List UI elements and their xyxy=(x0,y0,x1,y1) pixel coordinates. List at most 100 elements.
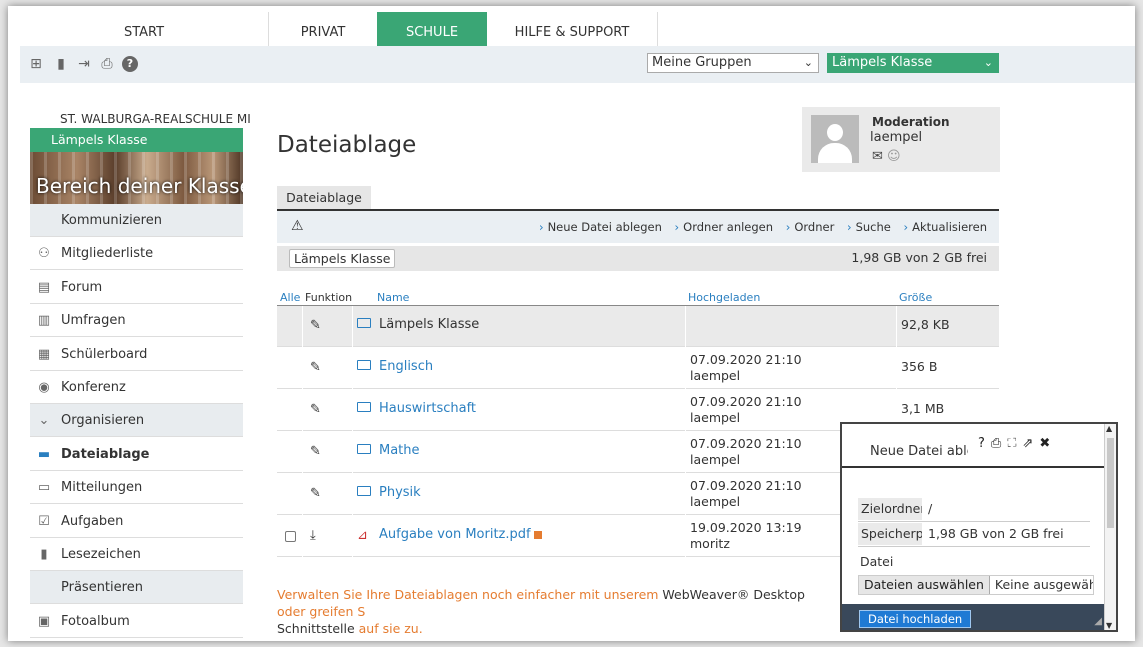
storage-label: Speicherpl xyxy=(858,523,922,545)
sidebar-item-label: Lesezeichen xyxy=(61,547,141,562)
choose-files-button[interactable]: Dateien auswählen xyxy=(859,576,990,594)
chart-icon: ▥ xyxy=(37,313,51,329)
sidebar-item-konferenz[interactable]: ◉ Konferenz xyxy=(30,371,243,404)
action-links: › Neue Datei ablegen › Ordner anlegen › Ord… xyxy=(530,220,987,234)
edit-icon[interactable]: ✎ xyxy=(310,486,321,501)
sidebar-item-label: Konferenz xyxy=(61,380,126,395)
folder-icon xyxy=(357,318,371,328)
row-checkbox[interactable] xyxy=(285,531,296,542)
sidebar-item-umfragen[interactable]: ▥ Umfragen xyxy=(30,304,243,338)
column-divider xyxy=(685,516,686,557)
upload-info: 07.09.2020 21:10 laempel xyxy=(690,436,802,467)
column-size[interactable]: Größe xyxy=(899,291,932,304)
mail-icon[interactable]: ✉ xyxy=(872,149,883,164)
fullscreen-icon[interactable]: ⛶ xyxy=(1007,436,1022,451)
help-icon[interactable]: ? xyxy=(978,436,991,451)
action-refresh[interactable]: › Aktualisieren xyxy=(904,220,987,234)
action-folder[interactable]: › Ordner xyxy=(786,220,835,234)
edit-icon[interactable]: ✎ xyxy=(310,318,321,333)
file-input[interactable]: Dateien auswählen Keine ausgewählt xyxy=(858,575,1094,595)
table-row[interactable]: ✎ Englisch 07.09.2020 21:10 laempel 356 B xyxy=(277,348,999,389)
column-function: Funktion xyxy=(305,291,353,304)
upload-info: 07.09.2020 21:10 laempel xyxy=(690,352,802,383)
smiley-icon[interactable]: ☺ xyxy=(887,149,901,164)
action-search[interactable]: › Suche xyxy=(847,220,891,234)
column-all[interactable]: Alle xyxy=(280,291,300,304)
warning-icon[interactable]: ⚠ xyxy=(291,218,304,234)
class-name-bar[interactable]: Lämpels Klasse xyxy=(30,128,243,152)
sidebar-item-label: Forum xyxy=(61,279,103,295)
path-bar: Lämpels Klasse 1,98 GB von 2 GB frei xyxy=(277,246,999,271)
column-divider xyxy=(302,432,303,473)
interface-link[interactable]: Schnittstelle xyxy=(277,621,355,636)
close-icon[interactable]: ✖ xyxy=(1039,436,1056,451)
sidebar-item-kommunizieren[interactable]: Kommunizieren xyxy=(30,204,243,237)
column-name[interactable]: Name xyxy=(377,291,409,304)
print-icon[interactable]: ⎙ xyxy=(991,436,1007,451)
sitemap-icon[interactable]: ⊞ xyxy=(28,56,44,72)
bookmark-icon[interactable]: ▮ xyxy=(53,56,69,72)
message-icon: ▭ xyxy=(37,480,51,496)
exit-icon[interactable]: ⇥ xyxy=(76,56,92,72)
edit-icon[interactable]: ✎ xyxy=(310,402,321,417)
sidebar-item-präsentieren[interactable]: Präsentieren xyxy=(30,571,243,605)
sidebar-item-fotoalbum[interactable]: ▣ Fotoalbum xyxy=(30,605,243,638)
resize-grip-icon[interactable]: ◢ xyxy=(1094,616,1102,627)
sidebar-item-lesezeichen[interactable]: ▮ Lesezeichen xyxy=(30,538,243,571)
scrollbar-thumb[interactable] xyxy=(1107,438,1114,528)
sidebar-item-label: Umfragen xyxy=(61,313,126,329)
sidebar-item-schülerboard[interactable]: ▦ Schülerboard xyxy=(30,338,243,371)
column-divider xyxy=(302,306,303,347)
folder-icon xyxy=(357,360,371,370)
file-name[interactable]: Englisch xyxy=(379,359,433,374)
class-select-value: Lämpels Klasse xyxy=(832,55,933,70)
action-new-folder[interactable]: › Ordner anlegen xyxy=(675,220,774,234)
help-icon[interactable]: ? xyxy=(122,56,138,72)
action-new-file[interactable]: › Neue Datei ablegen xyxy=(539,220,662,234)
edit-icon[interactable]: ✎ xyxy=(310,360,321,375)
print-icon[interactable]: ⎙ xyxy=(99,56,115,72)
column-divider xyxy=(896,348,897,389)
table-row[interactable]: ✎ Lämpels Klasse 92,8 KB xyxy=(277,306,999,347)
pdf-icon: ⊿ xyxy=(357,528,368,543)
column-divider xyxy=(352,474,353,515)
path-button[interactable]: Lämpels Klasse xyxy=(289,249,396,268)
column-divider xyxy=(352,516,353,557)
scroll-down-icon[interactable]: ▼ xyxy=(1106,621,1112,630)
sidebar-item-mitgliederliste[interactable]: ⚇ Mitgliederliste xyxy=(30,237,243,271)
column-divider xyxy=(685,390,686,431)
sidebar-item-label: Mitteilungen xyxy=(61,480,143,496)
class-select[interactable]: Lämpels Klasse ⌄ xyxy=(827,53,999,73)
column-uploaded[interactable]: Hochgeladen xyxy=(688,291,760,304)
popout-icon[interactable]: ⇗ xyxy=(1022,436,1039,451)
panel-icons: ?⎙⛶⇗✖ xyxy=(978,436,1056,451)
desktop-link[interactable]: WebWeaver® Desktop xyxy=(662,587,804,602)
file-name[interactable]: Hauswirtschaft xyxy=(379,401,476,416)
download-icon[interactable]: ⤓ xyxy=(310,528,316,543)
app-window: START PRIVAT SCHULE HILFE & SUPPORT ⊞ ▮ … xyxy=(8,6,1135,641)
folder-icon xyxy=(357,444,371,454)
column-divider xyxy=(896,306,897,347)
file-name[interactable]: Physik xyxy=(379,485,421,500)
photo-icon: ▣ xyxy=(37,613,51,629)
sidebar-item-mitteilungen[interactable]: ▭ Mitteilungen xyxy=(30,471,243,505)
sidebar-item-label: Organisieren xyxy=(61,413,145,429)
sidebar-item-aufgaben[interactable]: ☑ Aufgaben xyxy=(30,505,243,538)
groups-select[interactable]: Meine Gruppen ⌄ xyxy=(647,53,819,73)
file-size: 92,8 KB xyxy=(901,317,950,332)
file-name[interactable]: Aufgabe von Moritz.pdf xyxy=(379,527,542,542)
scroll-up-icon[interactable]: ▲ xyxy=(1106,424,1112,433)
panel-scrollbar[interactable]: ▲ ▼ xyxy=(1104,424,1116,630)
panel-footer: Datei hochladen ◢ xyxy=(842,604,1106,630)
sidebar-item-dateiablage[interactable]: ▬ Dateiablage xyxy=(30,438,243,471)
tab-dateiablage[interactable]: Dateiablage xyxy=(277,186,371,210)
upload-button[interactable]: Datei hochladen xyxy=(859,610,972,628)
sidebar-item-forum[interactable]: ▤ Forum xyxy=(30,271,243,304)
file-name[interactable]: Mathe xyxy=(379,443,420,458)
edit-icon[interactable]: ✎ xyxy=(310,444,321,459)
file-name[interactable]: Lämpels Klasse xyxy=(379,317,479,332)
panel-title: Neue Datei able xyxy=(870,444,968,459)
no-file-text: Keine ausgewählt xyxy=(994,577,1093,592)
sidebar-item-organisieren[interactable]: ⌄ Organisieren xyxy=(30,404,243,438)
avatar xyxy=(811,115,859,163)
